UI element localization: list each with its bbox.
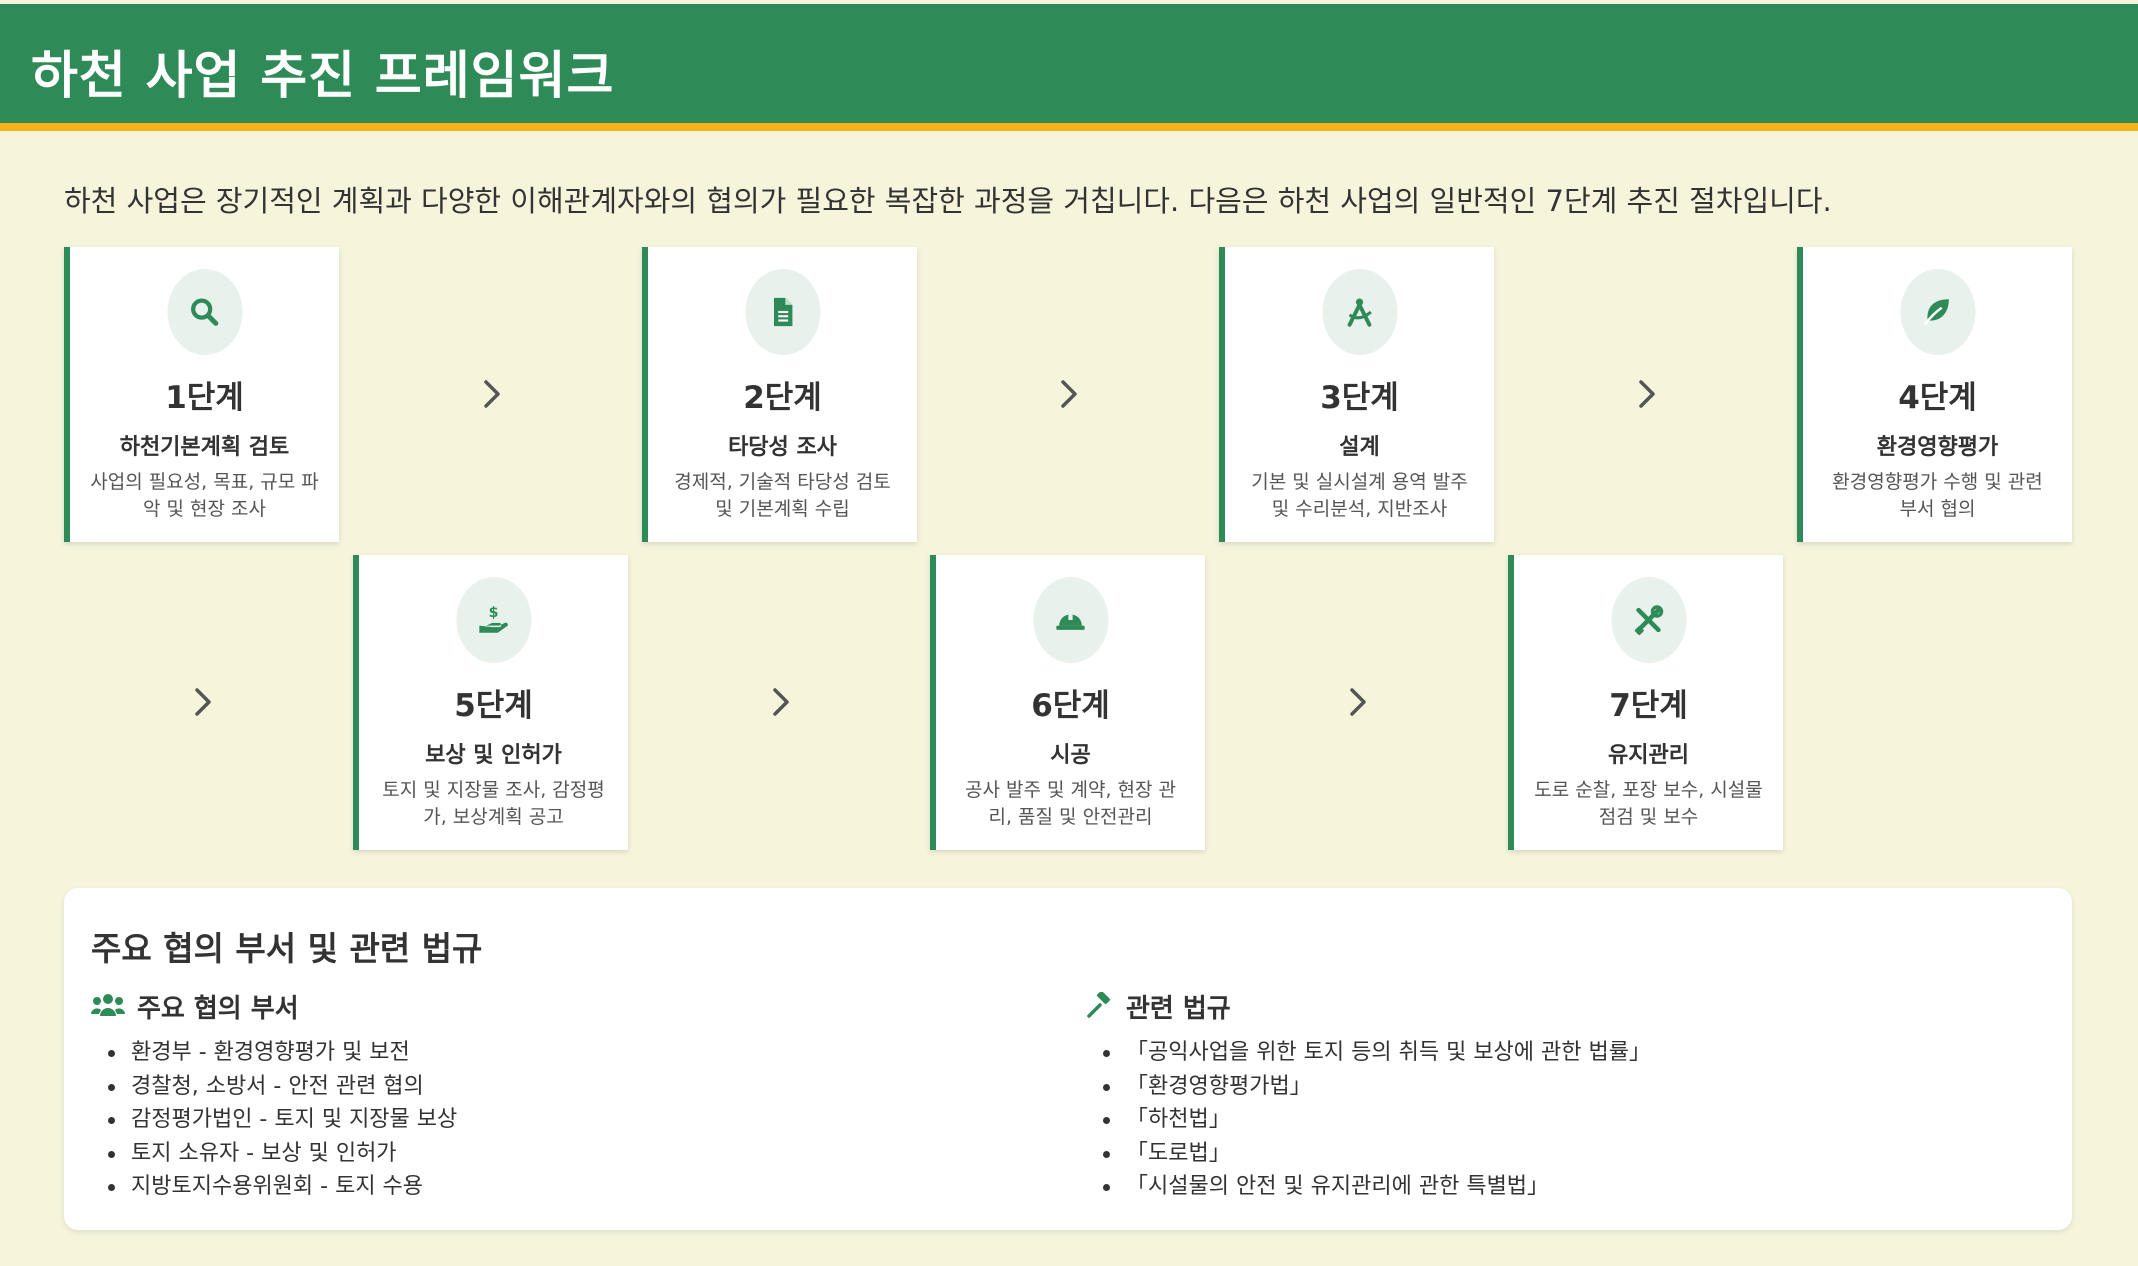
step-description: 경제적, 기술적 타당성 검토 및 기본계획 수립 xyxy=(674,471,891,520)
step-card-1: 1단계 하천기본계획 검토 사업의 필요성, 목표, 규모 파악 및 현장 조사 xyxy=(64,247,339,542)
list-item: 「시설물의 안전 및 유지관리에 관한 특별법」 xyxy=(1086,1170,1986,1204)
list-item: 「하천법」 xyxy=(1086,1103,1986,1137)
chevron-right-icon xyxy=(1632,374,1662,414)
step-label: 2단계 xyxy=(743,380,822,416)
step-title: 시공 xyxy=(1050,743,1091,768)
gavel-icon xyxy=(1087,992,1111,1018)
step-card-5: $ 5단계 보상 및 인허가 토지 및 지장물 조사, 감정평가, 보상계획 공… xyxy=(353,555,628,850)
hard-hat-icon xyxy=(1033,577,1108,663)
step-label: 7단계 xyxy=(1609,688,1688,724)
laws-heading: 관련 법규 xyxy=(1086,988,1986,1024)
step-card-6: 6단계 시공 공사 발주 및 계약, 현장 관리, 품질 및 안전관리 xyxy=(930,555,1205,850)
list-item: 환경부 - 환경영향평가 및 보전 xyxy=(91,1036,991,1070)
step-card-7: 7단계 유지관리 도로 순찰, 포장 보수, 시설물 점검 및 보수 xyxy=(1508,555,1783,850)
chevron-right-icon xyxy=(1054,374,1084,414)
laws-section: 관련 법규 「공익사업을 위한 토지 등의 취득 및 보상에 관한 법률」 「환… xyxy=(1086,988,1986,1204)
step-label: 6단계 xyxy=(1031,688,1110,724)
panel-title: 주요 협의 부서 및 관련 법규 xyxy=(91,929,483,968)
chevron-right-icon xyxy=(477,374,507,414)
chevron-right-icon xyxy=(766,682,796,722)
intro-text: 하천 사업은 장기적인 계획과 다양한 이해관계자와의 협의가 필요한 복잡한 … xyxy=(64,184,1832,218)
laws-list: 「공익사업을 위한 토지 등의 취득 및 보상에 관한 법률」 「환경영향평가법… xyxy=(1086,1036,1986,1204)
departments-heading: 주요 협의 부서 xyxy=(91,988,991,1024)
leaf-icon xyxy=(1900,269,1975,355)
step-label: 4단계 xyxy=(1898,380,1977,416)
hand-money-icon: $ xyxy=(456,577,531,663)
step-description: 사업의 필요성, 목표, 규모 파악 및 현장 조사 xyxy=(90,471,319,520)
consultation-panel: 주요 협의 부서 및 관련 법규 주요 협의 부서 환경부 - 환경영향평가 및… xyxy=(64,888,2072,1230)
step-title: 설계 xyxy=(1339,435,1380,460)
list-item: 「공익사업을 위한 토지 등의 취득 및 보상에 관한 법률」 xyxy=(1086,1036,1986,1070)
step-description: 환경영향평가 수행 및 관련 부서 협의 xyxy=(1832,471,2043,520)
list-item: 지방토지수용위원회 - 토지 수용 xyxy=(91,1170,991,1204)
step-description: 공사 발주 및 계약, 현장 관리, 품질 및 안전관리 xyxy=(964,779,1177,828)
list-item: 감정평가법인 - 토지 및 지장물 보상 xyxy=(91,1103,991,1137)
header-bar: 하천 사업 추진 프레임워크 xyxy=(0,4,2138,131)
step-card-4: 4단계 환경영향평가 환경영향평가 수행 및 관련 부서 협의 xyxy=(1797,247,2072,542)
list-item: 경찰청, 소방서 - 안전 관련 협의 xyxy=(91,1070,991,1104)
tools-icon xyxy=(1611,577,1686,663)
chevron-right-icon xyxy=(188,682,218,722)
step-title: 하천기본계획 검토 xyxy=(119,435,290,460)
list-item: 「환경영향평가법」 xyxy=(1086,1070,1986,1104)
step-description: 기본 및 실시설계 용역 발주 및 수리분석, 지반조사 xyxy=(1251,471,1468,520)
svg-text:$: $ xyxy=(489,605,499,621)
chevron-right-icon xyxy=(1343,682,1373,722)
document-icon xyxy=(745,269,820,355)
step-description: 토지 및 지장물 조사, 감정평가, 보상계획 공고 xyxy=(382,779,605,828)
departments-heading-text: 주요 협의 부서 xyxy=(137,993,299,1024)
step-title: 보상 및 인허가 xyxy=(425,743,562,768)
step-card-2: 2단계 타당성 조사 경제적, 기술적 타당성 검토 및 기본계획 수립 xyxy=(642,247,917,542)
step-card-3: 3단계 설계 기본 및 실시설계 용역 발주 및 수리분석, 지반조사 xyxy=(1219,247,1494,542)
step-label: 5단계 xyxy=(454,688,533,724)
step-label: 1단계 xyxy=(165,380,244,416)
users-icon xyxy=(91,994,125,1016)
list-item: 토지 소유자 - 보상 및 인허가 xyxy=(91,1137,991,1171)
departments-section: 주요 협의 부서 환경부 - 환경영향평가 및 보전 경찰청, 소방서 - 안전… xyxy=(91,988,991,1204)
step-title: 환경영향평가 xyxy=(1876,435,1999,460)
list-item: 「도로법」 xyxy=(1086,1137,1986,1171)
step-label: 3단계 xyxy=(1320,380,1399,416)
page-title: 하천 사업 추진 프레임워크 xyxy=(31,47,615,106)
step-title: 유지관리 xyxy=(1608,743,1689,768)
departments-list: 환경부 - 환경영향평가 및 보전 경찰청, 소방서 - 안전 관련 협의 감정… xyxy=(91,1036,991,1204)
search-icon xyxy=(167,269,242,355)
step-title: 타당성 조사 xyxy=(728,435,837,460)
step-description: 도로 순찰, 포장 보수, 시설물 점검 및 보수 xyxy=(1534,779,1763,828)
compass-icon xyxy=(1322,269,1397,355)
laws-heading-text: 관련 법규 xyxy=(1126,993,1231,1024)
